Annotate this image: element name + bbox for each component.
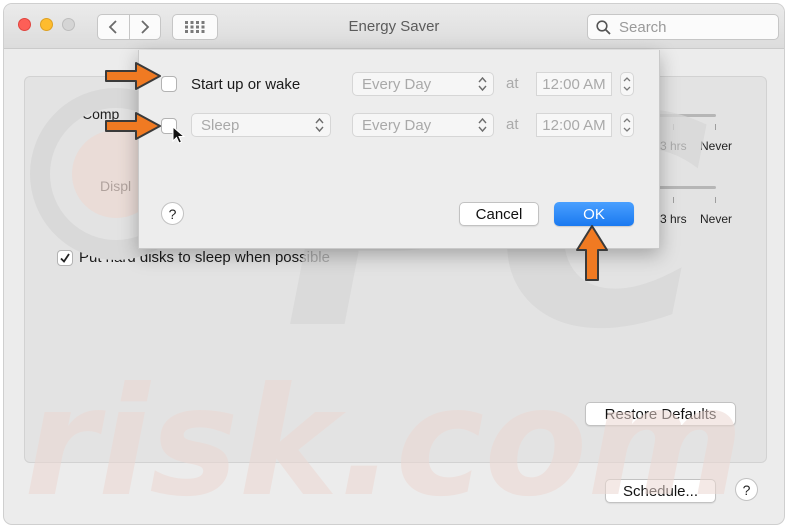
cancel-button[interactable]: Cancel (459, 202, 539, 226)
energy-saver-window: Energy Saver Comp Displ 3 hrs Never 3 hr… (4, 4, 784, 524)
checkmark-icon (60, 253, 70, 263)
slider-tick (715, 197, 716, 203)
updown-chevron-icon (478, 117, 487, 133)
sleep-action-select[interactable]: Sleep (191, 113, 331, 137)
start-wake-frequency-select[interactable]: Every Day (352, 72, 494, 96)
search-input[interactable] (617, 17, 771, 37)
hard-disks-checkbox[interactable] (57, 250, 73, 266)
start-wake-time-field[interactable]: 12:00 AM (536, 72, 612, 96)
slider-label-never: Never (700, 212, 733, 226)
slider-label-3hrs: 3 hrs (660, 212, 687, 226)
mouse-pointer-icon (172, 126, 186, 144)
updown-chevron-icon (623, 77, 631, 91)
start-wake-checkbox[interactable] (161, 76, 177, 92)
updown-chevron-icon (478, 76, 487, 92)
start-wake-frequency-value: Every Day (362, 75, 432, 93)
annotation-arrow-up-icon (576, 225, 608, 281)
sleep-frequency-select[interactable]: Every Day (352, 113, 494, 137)
annotation-arrow-right-icon (105, 62, 161, 90)
start-wake-label: Start up or wake (191, 76, 301, 93)
annotation-arrow-right-icon (105, 112, 161, 140)
search-icon (596, 19, 611, 35)
title-bar: Energy Saver (4, 4, 784, 49)
ok-button[interactable]: OK (554, 202, 634, 226)
sleep-frequency-value: Every Day (362, 116, 432, 134)
sleep-time-stepper[interactable] (620, 113, 634, 137)
schedule-button[interactable]: Schedule... (605, 479, 716, 503)
slider-tick (715, 124, 716, 130)
restore-defaults-button[interactable]: Restore Defaults (585, 402, 736, 426)
slider-tick (673, 197, 674, 203)
slider-tick (673, 124, 674, 130)
start-wake-time-stepper[interactable] (620, 72, 634, 96)
sleep-at-label: at (506, 116, 519, 133)
search-field[interactable] (587, 14, 779, 40)
hard-disks-label: Put hard disks to sleep when possible (79, 249, 330, 266)
sleep-action-value: Sleep (201, 116, 240, 134)
help-button[interactable]: ? (735, 478, 758, 501)
sheet-help-button[interactable]: ? (161, 202, 184, 225)
slider-label-3hrs: 3 hrs (660, 139, 687, 153)
slider-label-never: Never (700, 139, 733, 153)
sleep-time-field[interactable]: 12:00 AM (536, 113, 612, 137)
computer-sleep-slider[interactable] (652, 114, 716, 117)
display-sleep-label: Displ (100, 178, 132, 194)
updown-chevron-icon (623, 118, 631, 132)
updown-chevron-icon (315, 117, 324, 133)
display-sleep-slider[interactable] (652, 186, 716, 189)
start-wake-at-label: at (506, 75, 519, 92)
